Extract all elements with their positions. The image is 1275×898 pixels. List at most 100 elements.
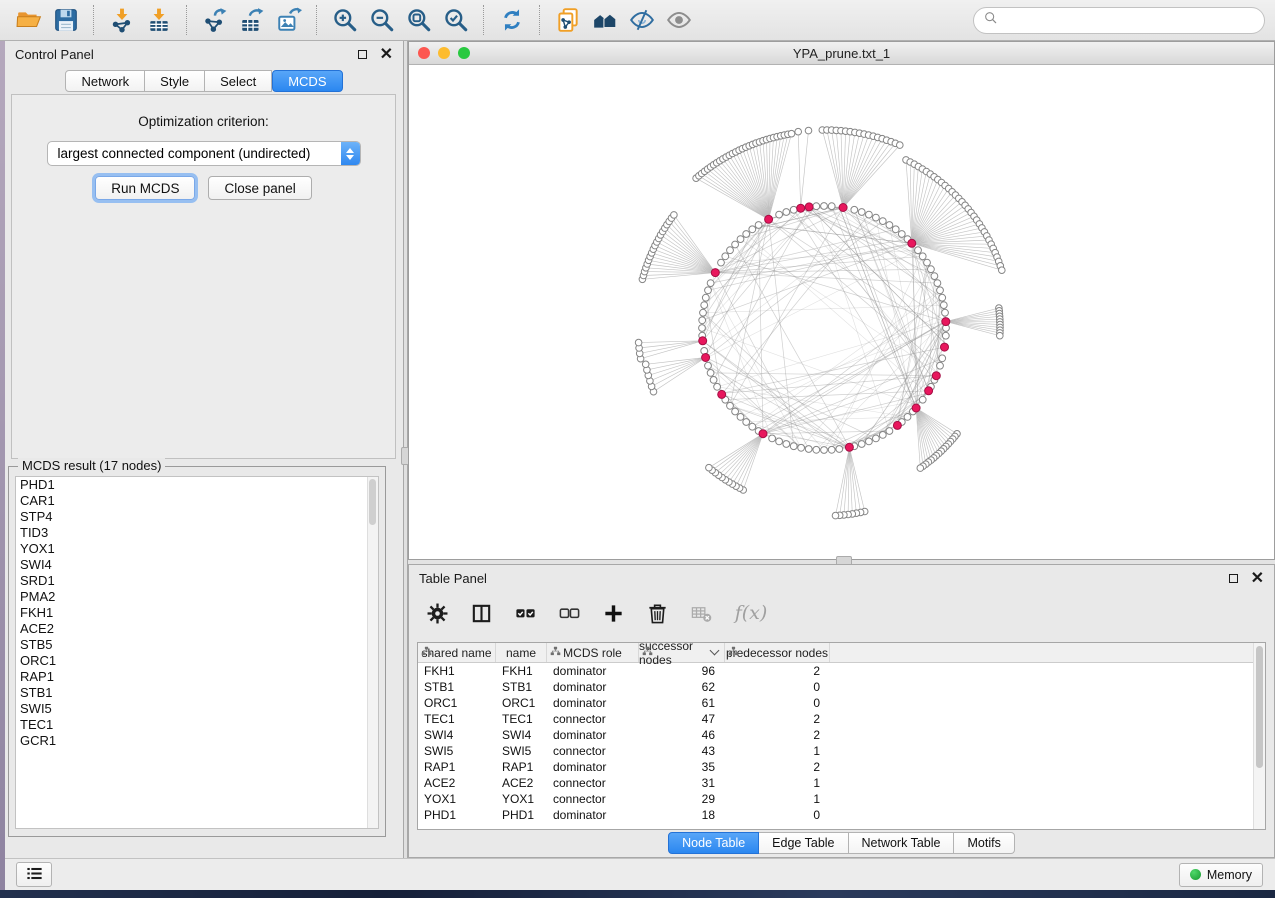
tab-motifs[interactable]: Motifs: [954, 832, 1014, 854]
table-row[interactable]: ACE2ACE2connector311: [418, 775, 1265, 791]
dominator-node[interactable]: [942, 318, 950, 326]
tab-node-table[interactable]: Node Table: [668, 832, 759, 854]
ring-node[interactable]: [718, 259, 725, 266]
minimize-window-icon[interactable]: [438, 47, 450, 59]
column-layout-button[interactable]: [467, 599, 495, 627]
save-session-button[interactable]: [47, 3, 84, 37]
network-canvas[interactable]: [409, 64, 1274, 559]
tab-network-table[interactable]: Network Table: [849, 832, 955, 854]
ring-node[interactable]: [873, 214, 880, 221]
float-panel-icon[interactable]: [358, 50, 367, 59]
ring-node[interactable]: [858, 441, 865, 448]
ring-node[interactable]: [866, 211, 873, 218]
ring-node[interactable]: [707, 280, 714, 287]
ring-node[interactable]: [699, 317, 706, 324]
table-row[interactable]: PHD1PHD1dominator180: [418, 807, 1265, 823]
mcds-result-item[interactable]: YOX1: [16, 541, 378, 557]
ring-node[interactable]: [710, 377, 717, 384]
column-header-name[interactable]: name: [496, 643, 547, 662]
delete-column-button[interactable]: [643, 599, 671, 627]
ring-node[interactable]: [699, 325, 706, 332]
ring-node[interactable]: [821, 203, 828, 210]
mcds-result-item[interactable]: ACE2: [16, 621, 378, 637]
ring-node[interactable]: [836, 446, 843, 453]
ring-node[interactable]: [924, 259, 931, 266]
ring-node[interactable]: [873, 435, 880, 442]
export-table-button[interactable]: [233, 3, 270, 37]
dominator-node[interactable]: [759, 430, 767, 438]
ring-node[interactable]: [813, 203, 820, 210]
tab-edge-table[interactable]: Edge Table: [759, 832, 848, 854]
ring-node[interactable]: [702, 294, 709, 301]
mcds-result-item[interactable]: STP4: [16, 509, 378, 525]
table-row[interactable]: SWI5SWI5connector431: [418, 743, 1265, 759]
ring-node[interactable]: [707, 370, 714, 377]
ring-node[interactable]: [732, 241, 739, 248]
satellite-node[interactable]: [642, 361, 649, 368]
ring-node[interactable]: [769, 435, 776, 442]
table-row[interactable]: TEC1TEC1connector472: [418, 711, 1265, 727]
ring-node[interactable]: [886, 222, 893, 229]
ring-node[interactable]: [934, 280, 941, 287]
ring-node[interactable]: [866, 438, 873, 445]
ring-node[interactable]: [813, 446, 820, 453]
ring-node[interactable]: [743, 231, 750, 238]
ring-node[interactable]: [749, 226, 756, 233]
tab-style[interactable]: Style: [145, 70, 205, 92]
first-neighbors-button[interactable]: [586, 3, 623, 37]
satellite-node[interactable]: [788, 130, 795, 137]
satellite-node[interactable]: [997, 332, 1004, 339]
dominator-node[interactable]: [893, 421, 901, 429]
mcds-result-item[interactable]: CAR1: [16, 493, 378, 509]
mcds-result-item[interactable]: SRD1: [16, 573, 378, 589]
dominator-node[interactable]: [702, 354, 710, 362]
export-image-button[interactable]: [270, 3, 307, 37]
memory-button[interactable]: Memory: [1179, 863, 1263, 887]
ring-node[interactable]: [851, 206, 858, 213]
dominator-node[interactable]: [845, 443, 853, 451]
dominator-node[interactable]: [908, 239, 916, 247]
mcds-result-item[interactable]: GCR1: [16, 733, 378, 749]
ring-node[interactable]: [858, 209, 865, 216]
table-row[interactable]: ORC1ORC1dominator610: [418, 695, 1265, 711]
ring-node[interactable]: [701, 302, 708, 309]
dominator-node[interactable]: [797, 204, 805, 212]
mcds-result-item[interactable]: SWI5: [16, 701, 378, 717]
close-table-panel-icon[interactable]: ✕: [1251, 571, 1264, 587]
ring-node[interactable]: [700, 309, 707, 316]
ring-node[interactable]: [705, 362, 712, 369]
run-mcds-button[interactable]: Run MCDS: [95, 176, 195, 200]
tab-network[interactable]: Network: [65, 70, 145, 92]
open-file-button[interactable]: [10, 3, 47, 37]
ring-node[interactable]: [783, 209, 790, 216]
ring-node[interactable]: [879, 432, 886, 439]
maximize-window-icon[interactable]: [458, 47, 470, 59]
refresh-layout-button[interactable]: [493, 3, 530, 37]
dominator-node[interactable]: [912, 404, 920, 412]
ring-node[interactable]: [942, 332, 949, 339]
ring-node[interactable]: [928, 266, 935, 273]
export-network-button[interactable]: [196, 3, 233, 37]
ring-node[interactable]: [727, 402, 734, 409]
import-table-button[interactable]: [140, 3, 177, 37]
ring-node[interactable]: [737, 236, 744, 243]
dominator-node[interactable]: [941, 343, 949, 351]
criterion-select[interactable]: largest connected component (undirected): [47, 141, 361, 166]
column-header-shared-name[interactable]: shared name: [418, 643, 496, 662]
show-all-button[interactable]: [660, 3, 697, 37]
close-window-icon[interactable]: [418, 47, 430, 59]
ring-node[interactable]: [705, 287, 712, 294]
ring-node[interactable]: [904, 414, 911, 421]
mcds-result-item[interactable]: PMA2: [16, 589, 378, 605]
ring-node[interactable]: [828, 203, 835, 210]
table-row[interactable]: YOX1YOX1connector291: [418, 791, 1265, 807]
tab-select[interactable]: Select: [205, 70, 272, 92]
ring-node[interactable]: [732, 408, 739, 415]
ring-node[interactable]: [886, 428, 893, 435]
ring-node[interactable]: [727, 247, 734, 254]
ring-node[interactable]: [898, 231, 905, 238]
attribute-settings-button[interactable]: [423, 599, 451, 627]
ring-node[interactable]: [939, 355, 946, 362]
dominator-node[interactable]: [765, 215, 773, 223]
satellite-node[interactable]: [795, 128, 802, 135]
